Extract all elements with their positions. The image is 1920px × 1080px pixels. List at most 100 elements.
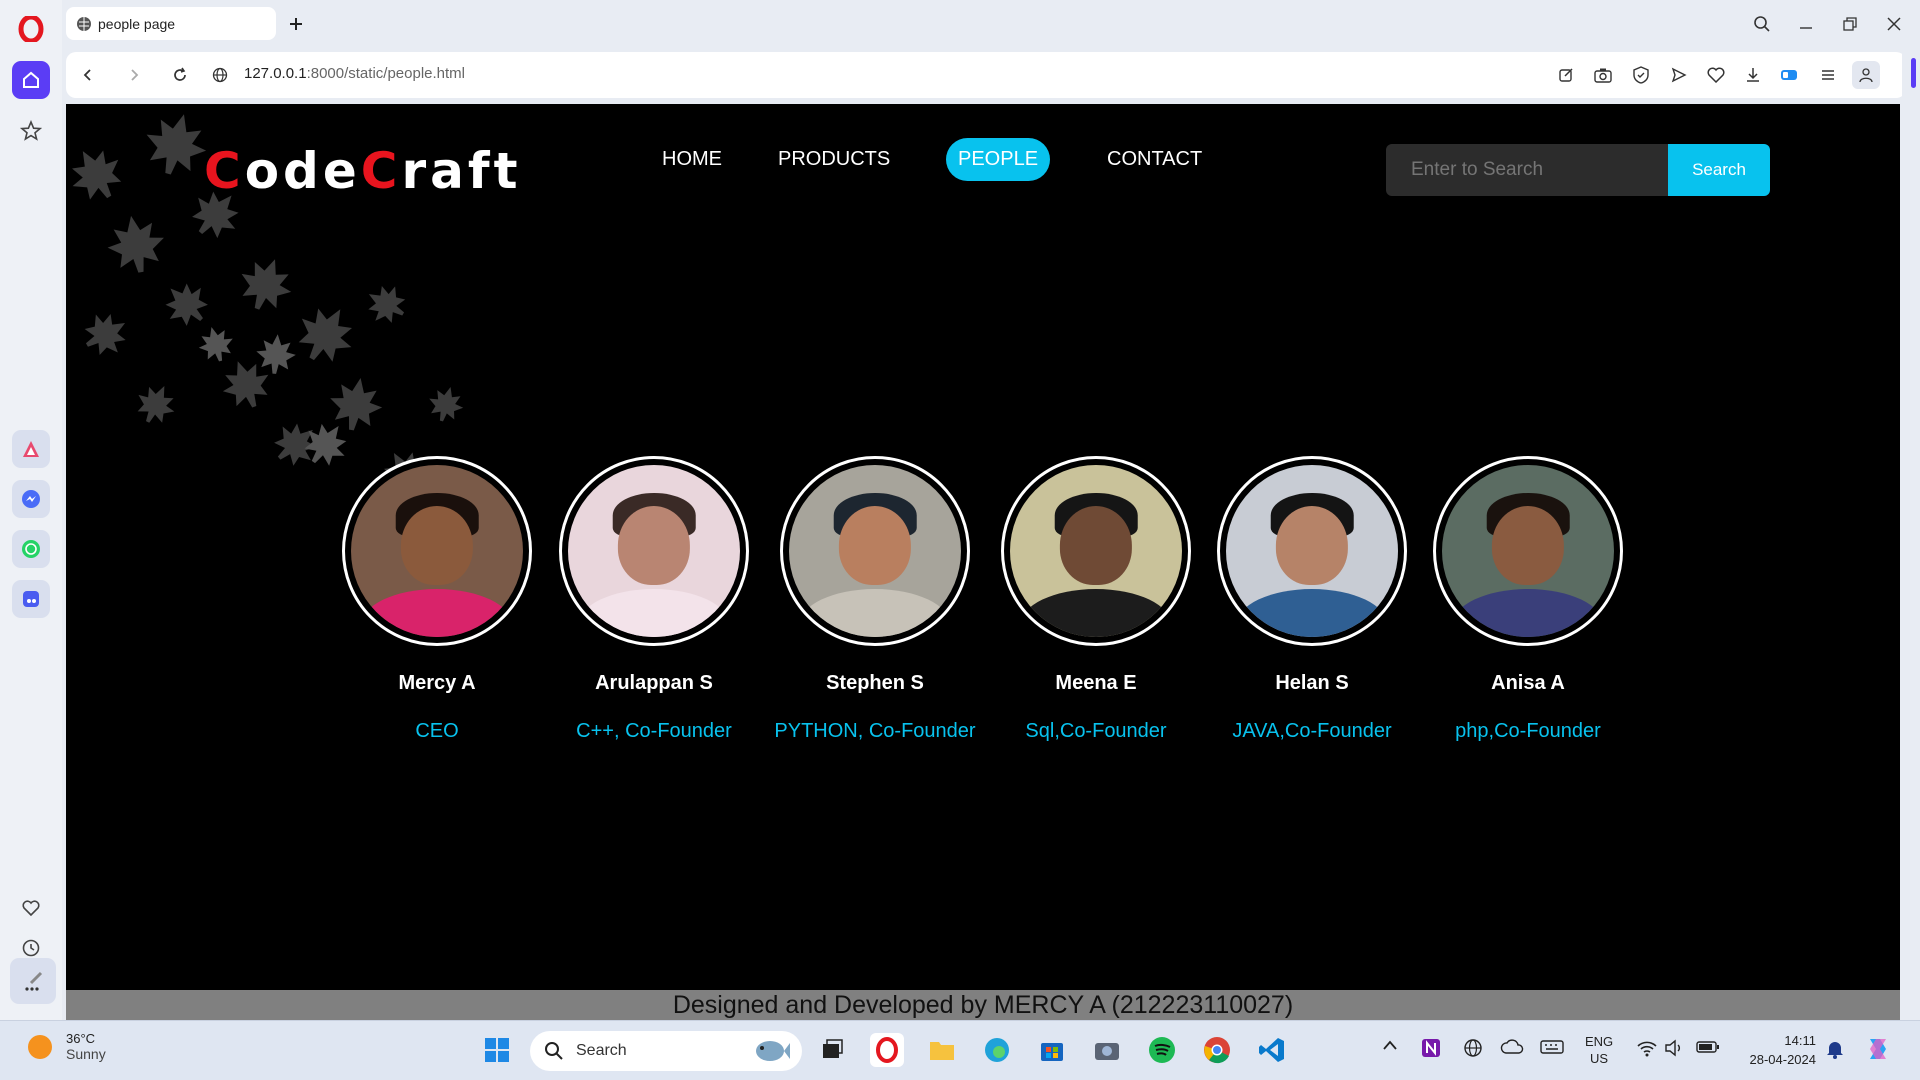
person-card: Arulappan S C++, Co-Founder bbox=[546, 456, 762, 743]
person-role: CEO bbox=[415, 720, 459, 742]
messenger-icon[interactable] bbox=[12, 480, 50, 518]
restore-icon[interactable] bbox=[1836, 10, 1864, 38]
nav-home[interactable]: HOME bbox=[662, 148, 722, 171]
tab-title: people page bbox=[98, 15, 176, 32]
search-input[interactable] bbox=[1386, 144, 1668, 196]
search-button[interactable]: Search bbox=[1668, 144, 1770, 196]
search-highlight-fish-icon bbox=[756, 1041, 790, 1061]
weather-widget[interactable]: 36°C Sunny bbox=[28, 1031, 106, 1062]
edit-share-icon[interactable] bbox=[1554, 63, 1578, 87]
music-player-icon[interactable] bbox=[12, 580, 50, 618]
new-tab-plus-icon[interactable] bbox=[284, 12, 308, 36]
windows-start-icon[interactable] bbox=[480, 1033, 514, 1067]
more-options-icon[interactable] bbox=[10, 958, 56, 1004]
whatsapp-icon[interactable] bbox=[12, 530, 50, 568]
search-icon bbox=[545, 1042, 563, 1060]
taskbar-search-label: Search bbox=[576, 1042, 627, 1059]
logo-segment: C bbox=[360, 142, 402, 200]
sun-icon bbox=[28, 1034, 52, 1059]
spotify-icon[interactable] bbox=[1145, 1033, 1179, 1067]
site-logo[interactable]: CodeCraft bbox=[204, 142, 522, 200]
avatar bbox=[780, 456, 970, 646]
logo-segment: C bbox=[204, 142, 245, 200]
person-card: Mercy A CEO bbox=[329, 456, 545, 743]
person-card: Helan S JAVA,Co-Founder bbox=[1204, 456, 1420, 743]
person-card: Meena E Sql,Co-Founder bbox=[988, 456, 1204, 743]
address-bar-row: 127.0.0.1:8000/static/people.html bbox=[66, 52, 1906, 98]
person-name: Helan S bbox=[1275, 672, 1349, 694]
lang-line-2: US bbox=[1590, 1051, 1609, 1066]
nav-products[interactable]: PRODUCTS bbox=[778, 148, 890, 171]
back-arrow-icon[interactable] bbox=[76, 63, 100, 87]
player-send-icon[interactable] bbox=[1667, 63, 1691, 87]
notification-bell-icon[interactable] bbox=[1826, 1039, 1844, 1062]
page-footer: Designed and Developed by MERCY A (21222… bbox=[66, 990, 1900, 1020]
avatar bbox=[1001, 456, 1191, 646]
show-hidden-icons-chevron-icon[interactable] bbox=[1382, 1039, 1398, 1054]
shield-icon[interactable] bbox=[1629, 63, 1653, 87]
taskbar-search[interactable]: Search bbox=[530, 1031, 802, 1071]
bookmark-heart-icon[interactable] bbox=[1704, 63, 1728, 87]
weather-temp: 36°C bbox=[66, 1031, 96, 1046]
person-role: C++, Co-Founder bbox=[576, 720, 732, 742]
tab-bar: people page bbox=[62, 0, 1920, 48]
file-explorer-icon[interactable] bbox=[925, 1033, 959, 1067]
person-name: Arulappan S bbox=[595, 672, 713, 694]
nav-contact[interactable]: CONTACT bbox=[1107, 148, 1202, 171]
clock[interactable]: 14:11 28-04-2024 bbox=[1740, 1031, 1817, 1069]
download-icon[interactable] bbox=[1741, 63, 1765, 87]
site-info-globe-icon[interactable] bbox=[208, 63, 232, 87]
person-role: Sql,Co-Founder bbox=[1025, 720, 1167, 742]
volume-icon[interactable] bbox=[1664, 1039, 1686, 1060]
url-host: 127.0.0.1 bbox=[244, 65, 307, 82]
url-text[interactable]: 127.0.0.1:8000/static/people.html bbox=[244, 65, 465, 82]
keyboard-icon[interactable] bbox=[1540, 1039, 1564, 1058]
camera-app-icon[interactable] bbox=[1090, 1033, 1124, 1067]
forward-arrow-icon[interactable] bbox=[122, 63, 146, 87]
aria-icon[interactable] bbox=[12, 430, 50, 468]
globe-icon bbox=[77, 16, 91, 31]
battery-saver-icon[interactable] bbox=[1778, 63, 1802, 87]
opera-logo-icon[interactable] bbox=[18, 16, 44, 42]
profile-avatar-icon[interactable] bbox=[1852, 61, 1880, 89]
person-role: php,Co-Founder bbox=[1455, 720, 1601, 742]
page-viewport: CodeCraft HOME PRODUCTS PEOPLE CONTACT S… bbox=[66, 104, 1900, 1020]
close-icon[interactable] bbox=[1880, 10, 1908, 38]
logo-segment: raft bbox=[401, 142, 522, 200]
copilot-icon[interactable] bbox=[1864, 1035, 1892, 1066]
person-card: Stephen S PYTHON, Co-Founder bbox=[767, 456, 983, 743]
onedrive-cloud-icon[interactable] bbox=[1500, 1039, 1524, 1058]
person-role: PYTHON, Co-Founder bbox=[774, 720, 976, 742]
language-globe-icon[interactable] bbox=[1462, 1037, 1484, 1062]
clock-date: 28-04-2024 bbox=[1749, 1052, 1817, 1067]
wifi-icon[interactable] bbox=[1636, 1039, 1658, 1060]
chrome-icon[interactable] bbox=[1200, 1033, 1234, 1067]
person-name: Mercy A bbox=[398, 672, 476, 694]
minimize-icon[interactable] bbox=[1792, 10, 1820, 38]
speed-dial-star-icon[interactable] bbox=[12, 112, 50, 150]
reload-icon[interactable] bbox=[168, 63, 192, 87]
onenote-icon[interactable] bbox=[1420, 1037, 1442, 1062]
clock-time: 14:11 bbox=[1784, 1033, 1816, 1048]
person-role: JAVA,Co-Founder bbox=[1232, 720, 1392, 742]
task-view-icon[interactable] bbox=[815, 1033, 849, 1067]
easy-setup-menu-icon[interactable] bbox=[1816, 63, 1840, 87]
nav-people[interactable]: PEOPLE bbox=[946, 138, 1051, 181]
browser-tab[interactable]: people page bbox=[66, 7, 276, 40]
right-sidebar-strip bbox=[1902, 48, 1920, 1020]
heart-icon[interactable] bbox=[12, 889, 50, 927]
url-path: :8000/static/people.html bbox=[306, 65, 465, 82]
vscode-icon[interactable] bbox=[1255, 1033, 1289, 1067]
opera-taskbar-icon[interactable] bbox=[870, 1033, 904, 1067]
search-tabs-icon[interactable] bbox=[1748, 10, 1776, 38]
person-name: Anisa A bbox=[1491, 672, 1565, 694]
opera-sidebar bbox=[0, 0, 62, 1020]
home-icon[interactable] bbox=[12, 61, 50, 99]
camera-snapshot-icon[interactable] bbox=[1591, 63, 1615, 87]
battery-icon[interactable] bbox=[1696, 1040, 1720, 1057]
microsoft-store-icon[interactable] bbox=[1035, 1033, 1069, 1067]
input-language[interactable]: ENG US bbox=[1585, 1033, 1613, 1067]
edge-icon[interactable] bbox=[980, 1033, 1014, 1067]
avatar bbox=[1433, 456, 1623, 646]
lang-line-1: ENG bbox=[1585, 1034, 1614, 1049]
